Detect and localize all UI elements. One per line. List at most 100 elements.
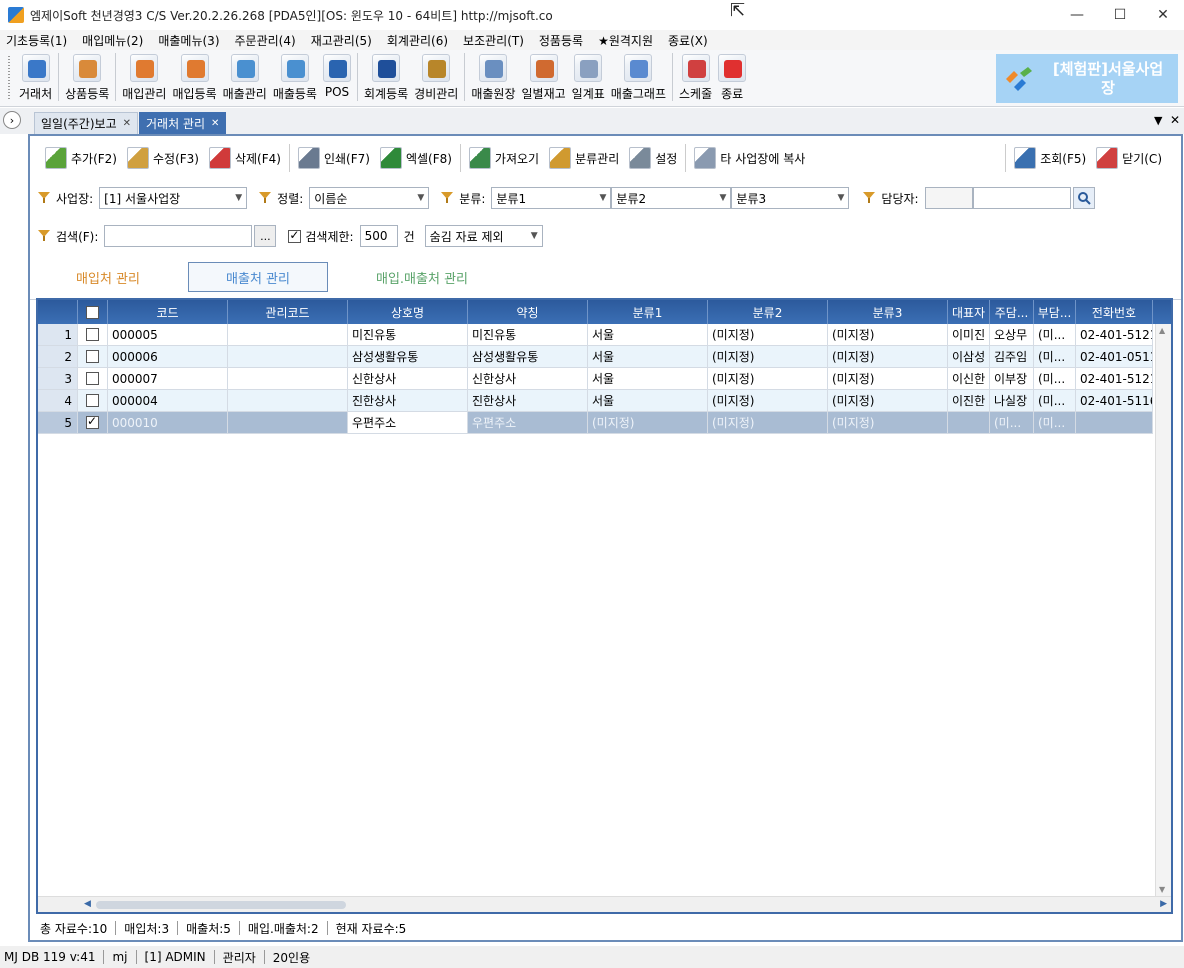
cell-short[interactable]: 미진유통 [468,324,588,346]
cell-m1[interactable]: (미... [990,412,1034,434]
category-button[interactable]: 분류관리 [544,142,624,174]
cell-m2[interactable]: (미... [1034,368,1076,390]
cell-ceo[interactable]: 이미진 [948,324,990,346]
maximize-button[interactable]: ☐ [1097,0,1143,30]
cell-tel[interactable]: 02-401-0511 [1076,346,1153,368]
cell-c1[interactable]: (미지정) [588,412,708,434]
toolbar-button-12[interactable]: 매출그래프 [608,50,669,104]
close-button[interactable]: ✕ [1140,0,1184,30]
cell-mcode[interactable] [228,390,348,412]
copy-button[interactable]: 타 사업장에 복사 [689,142,810,174]
menu-item-1[interactable]: 매입메뉴(2) [82,32,143,49]
cell-code[interactable]: 000007 [108,368,228,390]
sort-select[interactable]: 이름순 ▼ [309,187,430,209]
toolbar-button-13[interactable]: 스케줄 [676,50,715,104]
search-input[interactable] [104,225,253,247]
menu-item-8[interactable]: ★원격지원 [598,32,653,49]
column-header-5[interactable]: 약칭 [468,300,588,324]
cell-c3[interactable]: (미지정) [828,346,948,368]
cell-tel[interactable]: 02-401-5121 [1076,324,1153,346]
cell-tel[interactable]: 02-401-5116 [1076,390,1153,412]
toolbar-button-6[interactable]: POS [320,50,354,104]
tab-daily-report[interactable]: 일일(주간)보고 ✕ [34,112,138,134]
menu-item-2[interactable]: 매출메뉴(3) [158,32,219,49]
cell-code[interactable]: 000006 [108,346,228,368]
cell-c3[interactable]: (미지정) [828,324,948,346]
purchase-sales-mode-button[interactable]: 매입.매출처 관리 [352,262,492,292]
cell-c2[interactable]: (미지정) [708,324,828,346]
cell-name[interactable]: 신한상사 [348,368,468,390]
cell-code[interactable]: 000004 [108,390,228,412]
cell-m2[interactable]: (미... [1034,390,1076,412]
cell-m1[interactable]: 이부장 [990,368,1034,390]
horizontal-scroll-thumb[interactable] [96,901,346,909]
class2-select[interactable]: 분류2 ▼ [611,187,732,209]
cell-short[interactable]: 우편주소 [468,412,588,434]
print-button[interactable]: 인쇄(F7) [293,142,375,174]
cell-c2[interactable]: (미지정) [708,346,828,368]
search-limit-checkbox[interactable] [288,228,302,243]
menu-item-5[interactable]: 회계관리(6) [387,32,448,49]
branch-select[interactable]: [1] 서울사업장 ▼ [99,187,248,209]
row-checkbox-cell[interactable] [78,324,108,346]
menu-item-7[interactable]: 정품등록 [539,32,583,49]
cell-m2[interactable]: (미... [1034,412,1076,434]
toolbar-button-2[interactable]: 매입관리 [119,50,169,104]
table-row[interactable]: 3 000007 신한상사 신한상사 서울 (미지정) (미지정) 이신한 이부장 (미... 02… [38,368,1171,390]
cell-c2[interactable]: (미지정) [708,368,828,390]
cell-mcode[interactable] [228,324,348,346]
class3-select[interactable]: 분류3 ▼ [731,187,850,209]
search-limit-input[interactable]: 500 [359,225,398,247]
cell-c3[interactable]: (미지정) [828,412,948,434]
purchase-vendor-mode-button[interactable]: 매입처 관리 [58,262,158,292]
table-row[interactable]: 5000010우편주소우편주소(미지정)(미지정)(미지정)(미...(미... [38,412,1171,434]
row-checkbox-cell[interactable] [78,412,108,434]
close-door-button[interactable]: 닫기(C) [1091,142,1167,174]
hidden-filter-select[interactable]: 숨김 자료 제외 ▼ [424,225,543,247]
menu-item-0[interactable]: 기초등록(1) [6,32,67,49]
cell-c1[interactable]: 서울 [588,390,708,412]
import-button[interactable]: 가져오기 [464,142,544,174]
table-row[interactable]: 4 000004 진한상사 진한상사 서울 (미지정) (미지정) 이진한 나실장 (미... 02… [38,390,1171,412]
row-checkbox[interactable] [86,394,99,407]
cell-name[interactable]: 진한상사 [348,390,468,412]
cell-short[interactable]: 진한상사 [468,390,588,412]
cell-mcode[interactable] [228,368,348,390]
cell-m2[interactable]: (미... [1034,346,1076,368]
cell-c2[interactable]: (미지정) [708,412,828,434]
toolbar-button-1[interactable]: 상품등록 [62,50,112,104]
select-all-checkbox[interactable] [86,305,99,319]
edit-button[interactable]: 수정(F3) [122,142,204,174]
toolbar-button-9[interactable]: 매출원장 [468,50,518,104]
cell-m1[interactable]: 오상무 [990,324,1034,346]
menu-item-4[interactable]: 재고관리(5) [311,32,372,49]
menu-item-6[interactable]: 보조관리(T) [463,32,524,49]
column-header-3[interactable]: 관리코드 [228,300,348,324]
manager-code-field[interactable] [924,187,973,209]
row-checkbox[interactable] [86,350,99,363]
close-all-tab-icon[interactable]: ✕ [1170,113,1180,127]
sales-customer-mode-button[interactable]: 매출처 관리 [188,262,328,292]
table-row[interactable]: 2 000006 삼성생활유통 삼성생활유통 서울 (미지정) (미지정) 이삼성 김주임 (미.… [38,346,1171,368]
column-header-2[interactable]: 코드 [108,300,228,324]
tab-close-icon[interactable]: ✕ [211,118,219,129]
cell-code[interactable]: 000005 [108,324,228,346]
cell-ceo[interactable]: 이삼성 [948,346,990,368]
row-checkbox-cell[interactable] [78,346,108,368]
row-checkbox-cell[interactable] [78,390,108,412]
cell-name[interactable]: 미진유통 [348,324,468,346]
cell-c1[interactable]: 서울 [588,324,708,346]
row-checkbox[interactable] [86,328,99,341]
toolbar-button-7[interactable]: 회계등록 [361,50,411,104]
toolbar-button-3[interactable]: 매입등록 [169,50,219,104]
cell-mcode[interactable] [228,412,348,434]
cell-short[interactable]: 신한상사 [468,368,588,390]
cell-ceo[interactable] [948,412,990,434]
menu-item-3[interactable]: 주문관리(4) [235,32,296,49]
horizontal-scrollbar[interactable]: ◀ ▶ [38,896,1171,912]
class1-select[interactable]: 분류1 ▼ [491,187,612,209]
settings-button[interactable]: 설정 [624,142,682,174]
side-panel-expand-icon[interactable]: › [3,111,21,129]
cell-c3[interactable]: (미지정) [828,368,948,390]
toolbar-button-8[interactable]: 경비관리 [411,50,461,104]
